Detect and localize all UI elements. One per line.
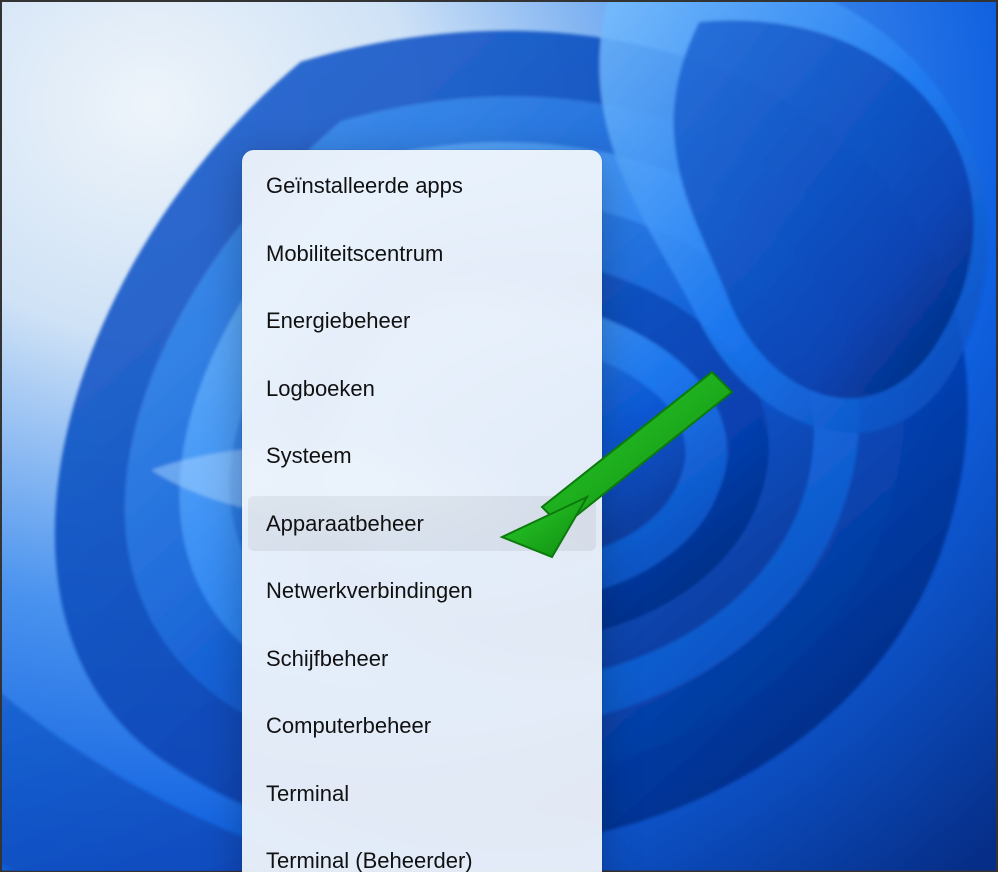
menu-item-power-options[interactable]: Energiebeheer: [248, 293, 596, 349]
viewport: Geïnstalleerde apps Mobiliteitscentrum E…: [0, 0, 998, 872]
menu-item-event-viewer[interactable]: Logboeken: [248, 361, 596, 417]
menu-item-network-connections[interactable]: Netwerkverbindingen: [248, 563, 596, 619]
menu-item-installed-apps[interactable]: Geïnstalleerde apps: [248, 158, 596, 214]
menu-item-device-manager[interactable]: Apparaatbeheer: [248, 496, 596, 552]
menu-item-disk-management[interactable]: Schijfbeheer: [248, 631, 596, 687]
menu-item-terminal[interactable]: Terminal: [248, 766, 596, 822]
menu-item-computer-management[interactable]: Computerbeheer: [248, 698, 596, 754]
menu-item-system[interactable]: Systeem: [248, 428, 596, 484]
winx-context-menu[interactable]: Geïnstalleerde apps Mobiliteitscentrum E…: [242, 150, 602, 872]
menu-item-terminal-admin[interactable]: Terminal (Beheerder): [248, 833, 596, 872]
menu-item-mobility-center[interactable]: Mobiliteitscentrum: [248, 226, 596, 282]
